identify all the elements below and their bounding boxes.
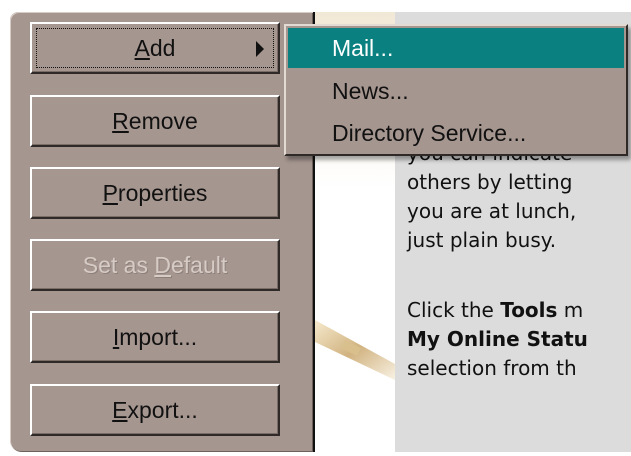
text-line: selection from th [407,356,577,380]
menu-item-mail[interactable]: Mail... [288,28,624,68]
pen-illustration-icon [315,320,395,380]
text-line: Click the Tools m [407,298,584,322]
add-submenu: Mail... News... Directory Service... [284,24,628,156]
menu-item-directory-service[interactable]: Directory Service... [288,113,624,153]
export-button[interactable]: Export... [30,384,280,436]
import-button[interactable]: Import... [30,311,280,363]
properties-button[interactable]: Properties [30,167,280,219]
export-button-label: Export... [112,396,198,423]
description-top-text: you can indicate others by letting you a… [407,139,576,255]
focus-ring [36,28,274,68]
text-line: My Online Statu [407,327,588,351]
properties-button-label: Properties [102,179,208,206]
submenu-arrow-icon [256,41,264,57]
text-line: just plain busy. [407,228,557,252]
import-button-label: Import... [112,323,198,350]
text-line: you are at lunch, [407,199,577,223]
menu-item-news[interactable]: News... [288,71,624,111]
remove-button-label: Remove [112,107,198,134]
add-button[interactable]: Add [30,22,280,74]
set-as-default-label: Set as Default [82,251,228,278]
text-line: others by letting [407,170,573,194]
description-bottom-text: Click the Tools m My Online Statu select… [407,296,588,383]
remove-button[interactable]: Remove [30,95,280,147]
set-as-default-button: Set as Default [30,239,280,291]
button-panel: Add Remove Properties Set as Default Imp… [10,12,313,452]
